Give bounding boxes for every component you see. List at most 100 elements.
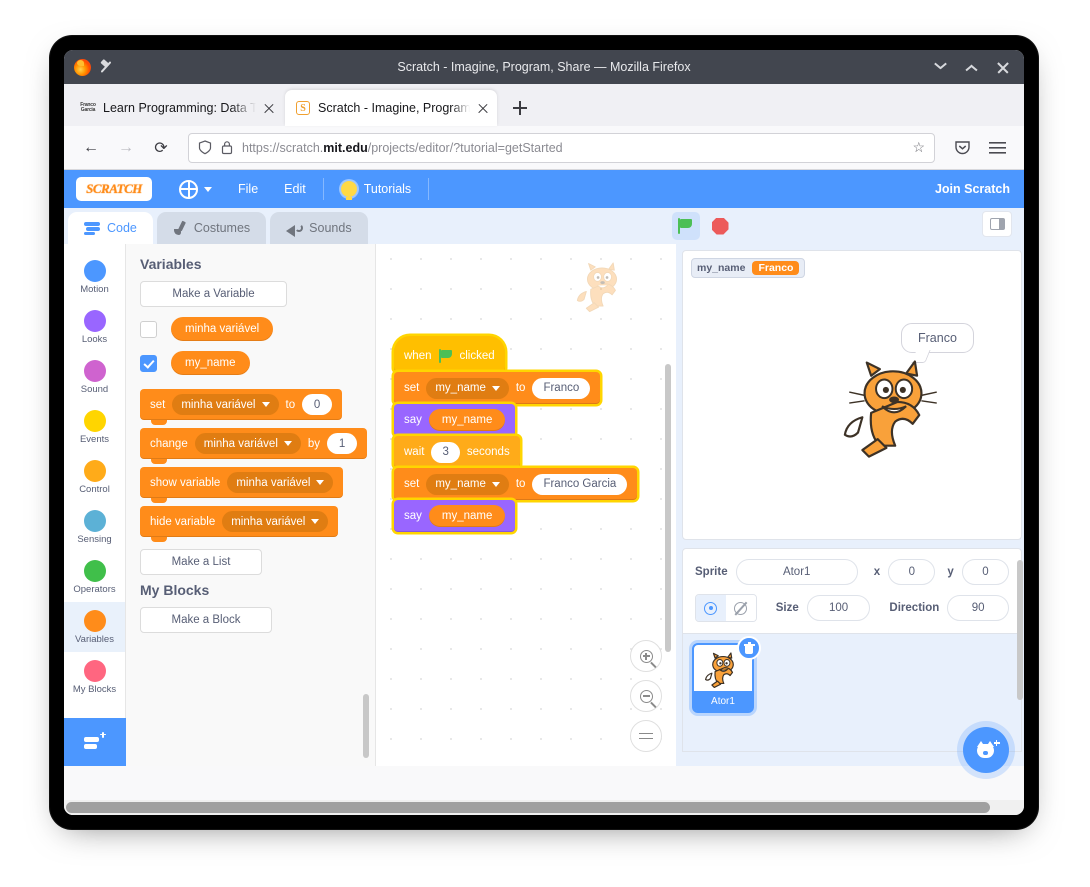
add-sprite-button[interactable] xyxy=(963,727,1009,773)
show-sprite-button[interactable] xyxy=(696,595,726,621)
size-input[interactable]: 100 xyxy=(806,595,871,621)
zoom-in-button[interactable] xyxy=(630,640,662,672)
variable-dropdown[interactable]: minha variável xyxy=(222,511,329,532)
hamburger-menu-icon[interactable] xyxy=(982,133,1012,163)
variable-monitor[interactable]: my_name Franco xyxy=(691,258,806,278)
sprite-card-ator1[interactable]: Ator1 xyxy=(692,636,761,713)
category-variables[interactable]: Variables xyxy=(64,602,125,652)
palette-scrollbar[interactable] xyxy=(363,694,369,758)
direction-input[interactable]: 90 xyxy=(947,595,1009,621)
hide-sprite-button[interactable] xyxy=(725,595,756,621)
add-extension-button[interactable] xyxy=(64,718,126,766)
join-scratch-link[interactable]: Join Scratch xyxy=(935,182,1024,196)
sprite-pane-scrollbar[interactable] xyxy=(1017,560,1023,700)
scratch-logo[interactable]: SCRATCH xyxy=(76,177,152,201)
minimize-button[interactable] xyxy=(934,61,947,74)
block-palette[interactable]: Variables Make a Variable minha variável… xyxy=(126,244,376,766)
variable-dropdown[interactable]: minha variável xyxy=(172,394,279,415)
block-wait[interactable]: wait 3 seconds xyxy=(394,436,520,468)
scratch-cat[interactable] xyxy=(838,356,948,461)
tab-sounds[interactable]: Sounds xyxy=(270,212,368,244)
code-blocks-icon xyxy=(84,221,100,235)
language-selector[interactable] xyxy=(166,170,225,208)
variable-reporter[interactable]: my_name xyxy=(428,505,506,527)
value-input[interactable]: 0 xyxy=(302,394,333,415)
tab-code[interactable]: Code xyxy=(68,212,153,244)
make-a-variable-button[interactable]: Make a Variable xyxy=(140,281,287,307)
category-control[interactable]: Control xyxy=(64,452,125,502)
small-stage-layout-button[interactable] xyxy=(982,211,1012,237)
category-motion[interactable]: Motion xyxy=(64,252,125,302)
pocket-icon[interactable] xyxy=(947,133,977,163)
forward-button[interactable]: → xyxy=(111,133,141,163)
stage[interactable]: my_name Franco Franco xyxy=(682,250,1022,540)
value-input[interactable]: Franco Garcia xyxy=(532,473,628,495)
browser-tab-2[interactable]: S Scratch - Imagine, Program, S xyxy=(285,90,497,126)
scrollbar-thumb[interactable] xyxy=(66,802,990,813)
variable-checkbox[interactable] xyxy=(140,320,157,338)
variable-dropdown[interactable]: my_name xyxy=(426,473,509,495)
category-my-blocks[interactable]: My Blocks xyxy=(64,652,125,702)
close-icon[interactable] xyxy=(263,102,276,115)
make-a-list-button[interactable]: Make a List xyxy=(140,549,262,575)
menu-file[interactable]: File xyxy=(225,170,271,208)
new-tab-button[interactable] xyxy=(507,95,533,121)
variable-dropdown[interactable]: minha variável xyxy=(227,472,334,493)
url-text[interactable]: https://scratch.mit.edu/projects/editor/… xyxy=(242,141,903,155)
star-icon[interactable]: ☆ xyxy=(912,139,925,156)
category-sound[interactable]: Sound xyxy=(64,352,125,402)
block-say-2[interactable]: say my_name xyxy=(394,500,516,532)
variable-dropdown[interactable]: my_name xyxy=(426,377,509,399)
stop-button[interactable] xyxy=(706,212,734,240)
value-input[interactable]: Franco xyxy=(532,377,591,399)
y-input[interactable]: 0 xyxy=(961,559,1009,585)
code-workspace[interactable]: when clicked set my_name to Franco say m… xyxy=(376,244,676,766)
zoom-out-button[interactable] xyxy=(630,680,662,712)
shield-icon[interactable] xyxy=(198,140,212,155)
block-set-variable-1[interactable]: set my_name to Franco xyxy=(394,372,601,404)
value-input[interactable]: 3 xyxy=(431,441,460,463)
close-button[interactable] xyxy=(996,61,1009,74)
script-stack[interactable]: when clicked set my_name to Franco say m… xyxy=(394,336,638,532)
block-set-variable-2[interactable]: set my_name to Franco Garcia xyxy=(394,468,638,500)
variable-pill[interactable]: minha variável xyxy=(171,317,274,341)
category-looks[interactable]: Looks xyxy=(64,302,125,352)
sprite-name-input[interactable]: Ator1 xyxy=(735,559,858,585)
palette-block-change[interactable]: change minha variável by 1 xyxy=(140,428,368,464)
block-mid-label: to xyxy=(515,382,526,394)
menu-edit[interactable]: Edit xyxy=(271,170,319,208)
close-icon[interactable] xyxy=(477,102,490,115)
block-when-flag-clicked[interactable]: when clicked xyxy=(394,336,505,372)
back-button[interactable]: ← xyxy=(76,133,106,163)
menu-tutorials[interactable]: Tutorials xyxy=(328,170,424,208)
variable-dropdown[interactable]: minha variável xyxy=(194,433,301,454)
delete-sprite-button[interactable] xyxy=(737,636,761,660)
category-sensing[interactable]: Sensing xyxy=(64,502,125,552)
lock-icon[interactable] xyxy=(221,140,233,155)
zoom-reset-button[interactable] xyxy=(630,720,662,752)
page-horizontal-scrollbar[interactable] xyxy=(64,800,1024,815)
palette-block-hide-variable[interactable]: hide variable minha variável xyxy=(140,506,339,542)
block-say-1[interactable]: say my_name xyxy=(394,404,516,436)
browser-tab-1[interactable]: Franco Garcia Learn Programming: Data Typ xyxy=(70,90,283,126)
palette-block-set[interactable]: set minha variável to 0 xyxy=(140,389,343,425)
make-a-block-button[interactable]: Make a Block xyxy=(140,607,272,633)
variable-row-my-name[interactable]: my_name xyxy=(140,351,375,375)
variable-row-minha-variavel[interactable]: minha variável xyxy=(140,317,375,341)
variable-reporter[interactable]: my_name xyxy=(428,409,506,431)
variable-checkbox[interactable] xyxy=(140,354,157,372)
green-flag-button[interactable] xyxy=(672,212,700,240)
workspace-scrollbar[interactable] xyxy=(665,364,671,652)
x-input[interactable]: 0 xyxy=(888,559,936,585)
palette-block-show-variable[interactable]: show variable minha variável xyxy=(140,467,344,503)
variable-pill[interactable]: my_name xyxy=(171,351,250,375)
pin-icon[interactable] xyxy=(100,60,114,74)
value-input[interactable]: 1 xyxy=(327,433,358,454)
category-operators[interactable]: Operators xyxy=(64,552,125,602)
block-op-label: set xyxy=(404,478,420,490)
category-events[interactable]: Events xyxy=(64,402,125,452)
reload-button[interactable]: ⟳ xyxy=(146,133,176,163)
address-bar[interactable]: https://scratch.mit.edu/projects/editor/… xyxy=(188,132,935,163)
maximize-button[interactable] xyxy=(965,61,978,74)
tab-costumes[interactable]: Costumes xyxy=(156,212,267,244)
